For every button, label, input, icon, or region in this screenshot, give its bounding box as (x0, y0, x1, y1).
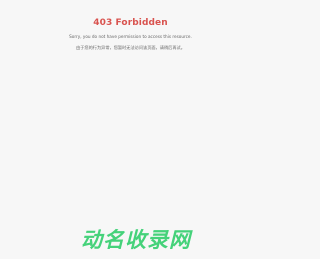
error-title: 403 Forbidden (93, 18, 168, 28)
brand-logo-image: 动名收录网 (81, 228, 193, 252)
error-message: Sorry, you do not have permission to acc… (69, 34, 192, 39)
brand-logo: 动名收录网 (81, 226, 237, 252)
error-hint: 由于您的行为异常，您暂时无法访问该页面，请稍后再试。 (76, 45, 185, 50)
brand-logo-text: 动名收录网 (81, 228, 193, 252)
